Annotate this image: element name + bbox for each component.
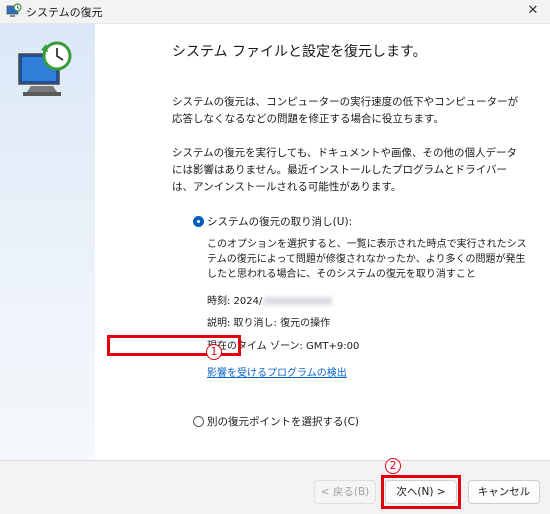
scan-affected-programs-link[interactable]: 影響を受けるプログラムの検出 [207, 364, 347, 379]
title-bar: システムの復元 ✕ [0, 0, 550, 24]
step-marker-2: 2 [385, 458, 401, 474]
back-button[interactable]: < 戻る(B) [314, 480, 376, 504]
undo-restore-label[interactable]: システムの復元の取り消し(U): [207, 214, 352, 229]
button-bar: < 戻る(B) 次へ(N) > キャンセル [0, 460, 550, 514]
highlight-box-next-button [381, 475, 461, 509]
intro-paragraph: システムの復元は、コンピューターの実行速度の低下やコンピューターが応答しなくなる… [172, 96, 519, 125]
restore-description: 説明: 取り消し: 復元の操作 [207, 318, 331, 329]
choose-other-restore-point-radio[interactable] [193, 416, 204, 427]
undo-restore-radio[interactable] [193, 216, 204, 227]
redacted-time [264, 297, 333, 305]
system-restore-icon [6, 3, 22, 17]
close-icon[interactable]: ✕ [524, 2, 542, 20]
side-panel [0, 24, 95, 460]
cancel-button[interactable]: キャンセル [468, 480, 540, 504]
choose-other-restore-point-label[interactable]: 別の復元ポイントを選択する(C) [207, 414, 359, 429]
system-restore-illustration-icon [18, 41, 72, 96]
step-marker-1: 1 [206, 344, 222, 360]
main-content: システム ファイルと設定を復元します。 システムの復元は、コンピューターの実行速… [95, 24, 550, 460]
undo-restore-description: このオプションを選択すると、一覧に表示された時点で実行されたシステムの復元によっ… [207, 239, 527, 280]
restore-time-text: 時刻: 2024/ [207, 296, 263, 307]
page-title: システム ファイルと設定を復元します。 [172, 44, 427, 60]
info-paragraph: システムの復元を実行しても、ドキュメントや画像、その他の個人データには影響はあり… [172, 147, 518, 193]
restore-time: 時刻: 2024/ [207, 292, 333, 307]
window-title: システムの復元 [26, 6, 103, 19]
